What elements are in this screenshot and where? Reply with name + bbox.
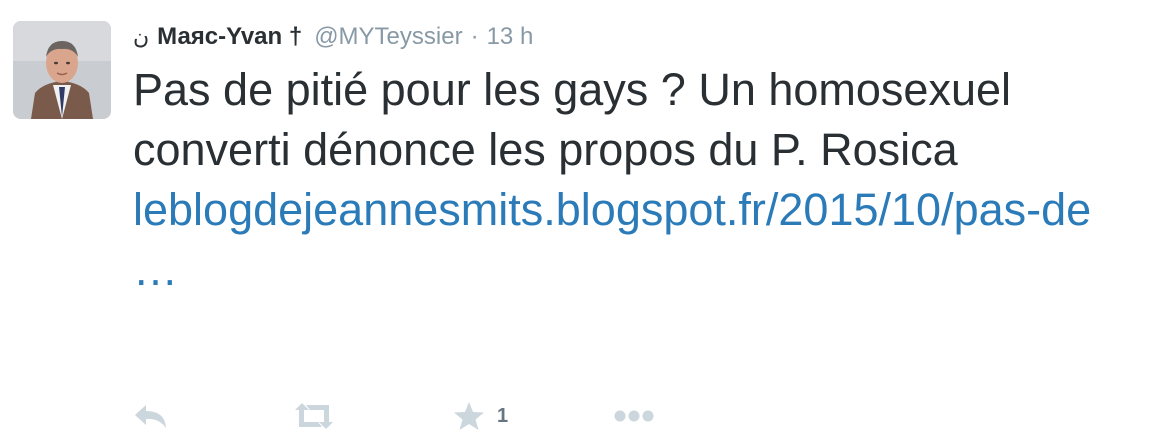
more-button[interactable] xyxy=(613,394,655,438)
tweet-body: Pas de pitié pour les gays ? Un homosexu… xyxy=(133,64,1012,175)
profile-photo-icon xyxy=(13,21,111,119)
tweet-text: Pas de pitié pour les gays ? Un homosexu… xyxy=(133,60,1133,300)
retweet-icon xyxy=(295,403,333,429)
retweet-button[interactable] xyxy=(293,394,335,438)
avatar[interactable] xyxy=(13,21,111,119)
header-separator: · xyxy=(470,23,479,50)
tweet-timestamp[interactable]: 13 h xyxy=(487,23,534,51)
more-icon xyxy=(614,410,654,422)
author-prefix-glyph: ن xyxy=(133,24,150,50)
reply-button[interactable] xyxy=(133,394,169,438)
favorite-button[interactable]: 1 xyxy=(453,394,508,438)
tweet-link[interactable]: leblogdejeannesmits.blogspot.fr/2015/10/… xyxy=(133,184,1091,295)
star-icon xyxy=(454,402,484,430)
favorite-count: 1 xyxy=(497,404,509,427)
tweet-header: ن Маяс-Yvan † @MYTeyssier · 13 h xyxy=(133,20,533,54)
tweet: ن Маяс-Yvan † @MYTeyssier · 13 h Pas de … xyxy=(0,0,1156,446)
author-handle[interactable]: @MYTeyssier xyxy=(314,23,462,51)
reply-icon xyxy=(135,405,166,428)
author-name[interactable]: Маяс-Yvan † xyxy=(157,23,302,51)
